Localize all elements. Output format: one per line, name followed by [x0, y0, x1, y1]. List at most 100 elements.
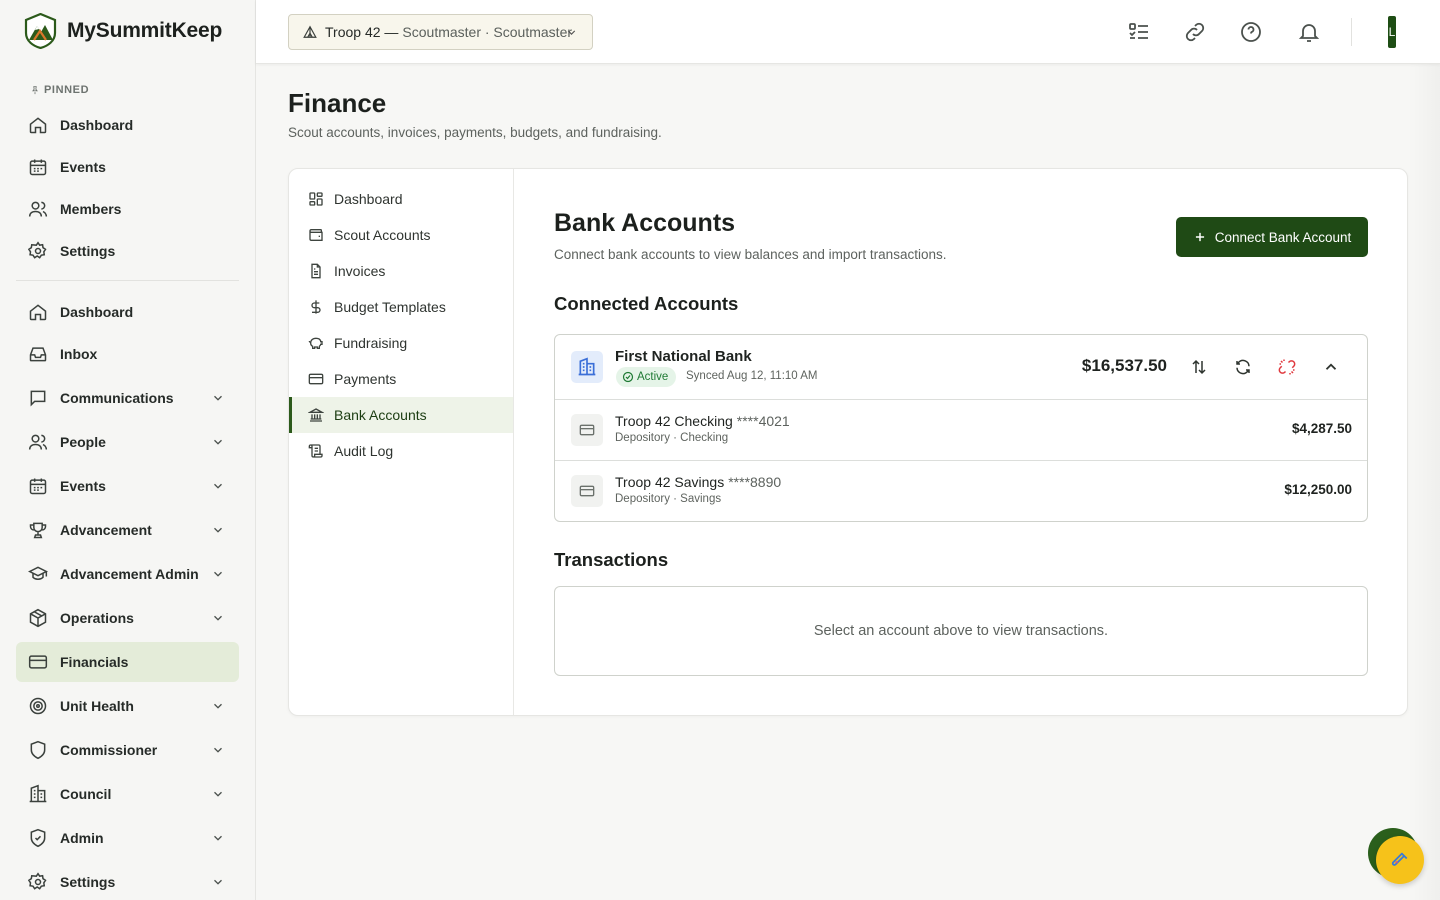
- sidebar-item-people[interactable]: People: [16, 422, 239, 462]
- checklist-icon[interactable]: [1127, 20, 1151, 44]
- box-icon: [29, 608, 47, 628]
- account-row[interactable]: Troop 42 Checking ****4021 Depository · C…: [555, 400, 1367, 461]
- pinned-item-events[interactable]: Events: [16, 147, 239, 187]
- transactions-heading: Transactions: [554, 549, 669, 570]
- app-logo[interactable]: MySummitKeep: [24, 13, 222, 49]
- sidebar-item-unit-health[interactable]: Unit Health: [16, 686, 239, 726]
- app-name: MySummitKeep: [67, 19, 223, 42]
- inbox-icon: [29, 347, 47, 362]
- institution-total: $16,537.50: [1081, 356, 1167, 375]
- subnav-invoices[interactable]: Invoices: [289, 253, 513, 289]
- sidebar-item-operations[interactable]: Operations: [16, 598, 239, 638]
- connect-button-label: Connect Bank Account: [1214, 229, 1352, 245]
- message-icon: [30, 390, 46, 407]
- chevron-down-icon[interactable]: [211, 743, 225, 757]
- user-avatar[interactable]: L: [1388, 16, 1396, 48]
- subnav-bank-accounts[interactable]: Bank Accounts: [289, 397, 513, 433]
- check-circle-icon: [622, 371, 634, 383]
- dollar-icon: [311, 300, 321, 314]
- subnav-scout-accounts[interactable]: Scout Accounts: [289, 217, 513, 253]
- tent-icon: [303, 25, 317, 38]
- building-icon: [578, 357, 596, 376]
- chevron-down-icon[interactable]: [211, 611, 225, 625]
- subnav-label: Fundraising: [334, 335, 408, 351]
- piggy-bank-icon: [308, 337, 323, 349]
- account-row[interactable]: Troop 42 Savings ****8890 Depository · Sa…: [555, 461, 1367, 521]
- refresh-icon[interactable]: [1234, 358, 1252, 376]
- mountain-logo-icon: [24, 13, 57, 49]
- chevron-up-icon[interactable]: [1322, 358, 1340, 376]
- dashboard-icon: [309, 192, 323, 206]
- sidebar-item-communications[interactable]: Communications: [16, 378, 239, 418]
- subnav-budget-templates[interactable]: Budget Templates: [289, 289, 513, 325]
- chevron-down-icon[interactable]: [211, 787, 225, 801]
- bell-icon[interactable]: [1297, 20, 1321, 44]
- sidebar-item-advancement-admin[interactable]: Advancement Admin: [16, 554, 239, 594]
- assistant-fab-button[interactable]: [1376, 836, 1424, 884]
- chevron-down-icon[interactable]: [211, 435, 225, 449]
- sidebar-item-dashboard[interactable]: Dashboard: [16, 292, 239, 332]
- status-badge: Active: [616, 367, 677, 387]
- subnav-label: Budget Templates: [334, 299, 446, 315]
- account-mask: ****8890: [728, 474, 782, 490]
- nav-label: People: [60, 434, 106, 450]
- subnav-audit-log[interactable]: Audit Log: [289, 433, 513, 469]
- subnav-payments[interactable]: Payments: [289, 361, 513, 397]
- sidebar-item-admin[interactable]: Admin: [16, 818, 239, 858]
- shield-check-icon: [30, 828, 46, 848]
- troop-selector[interactable]: Troop 42 — Scoutmaster · Scoutmaster: [288, 14, 593, 50]
- trophy-icon: [29, 522, 47, 539]
- nav-label: Inbox: [60, 346, 98, 362]
- nav-label: Dashboard: [60, 304, 134, 320]
- pinned-item-members[interactable]: Members: [16, 189, 239, 229]
- nav-label: Settings: [60, 243, 116, 259]
- home-icon: [29, 117, 47, 134]
- account-mask: ****4021: [736, 413, 790, 429]
- account-type: Depository · Savings: [615, 493, 722, 505]
- connect-bank-account-button[interactable]: Connect Bank Account: [1176, 217, 1368, 257]
- chevron-down-icon[interactable]: [211, 523, 225, 537]
- sidebar-item-council[interactable]: Council: [16, 774, 239, 814]
- subnav-dashboard[interactable]: Dashboard: [289, 181, 513, 217]
- pinned-section-label: PINNED: [30, 84, 89, 96]
- help-icon[interactable]: [1239, 20, 1263, 44]
- troop-role: Scoutmaster · Scoutmaster: [402, 24, 573, 40]
- pinned-item-settings[interactable]: Settings: [16, 231, 239, 271]
- link-icon[interactable]: [1183, 20, 1207, 44]
- sort-arrows-icon[interactable]: [1190, 358, 1208, 376]
- subnav-label: Payments: [334, 371, 397, 387]
- institution-row[interactable]: First National Bank Active Synced Aug 12…: [555, 335, 1367, 400]
- home-icon: [29, 304, 47, 321]
- nav-label: Events: [60, 159, 106, 175]
- institution-icon: [571, 351, 603, 383]
- account-balance: $4,287.50: [1291, 421, 1352, 436]
- sidebar-item-advancement[interactable]: Advancement: [16, 510, 239, 550]
- subnav-label: Dashboard: [334, 191, 403, 207]
- transactions-empty-state: Select an account above to view transact…: [554, 586, 1368, 676]
- shield-icon: [30, 740, 46, 760]
- nav-label: Council: [60, 786, 112, 802]
- gear-icon: [28, 241, 47, 259]
- sidebar-item-financials[interactable]: Financials: [16, 642, 239, 682]
- chevron-down-icon[interactable]: [211, 479, 225, 493]
- chevron-down-icon[interactable]: [211, 875, 225, 889]
- chevron-down-icon[interactable]: [211, 567, 225, 581]
- sidebar-item-inbox[interactable]: Inbox: [16, 334, 239, 374]
- sidebar-item-events[interactable]: Events: [16, 466, 239, 506]
- account-balance: $12,250.00: [1284, 482, 1352, 497]
- landmark-icon: [308, 408, 324, 422]
- subnav-label: Bank Accounts: [334, 407, 427, 423]
- sidebar-item-commissioner[interactable]: Commissioner: [16, 730, 239, 770]
- chevron-down-icon[interactable]: [211, 391, 225, 405]
- pinned-item-dashboard[interactable]: Dashboard: [16, 105, 239, 145]
- subnav-fundraising[interactable]: Fundraising: [289, 325, 513, 361]
- sidebar-item-settings[interactable]: Settings: [16, 862, 239, 900]
- nav-label: Operations: [60, 610, 134, 626]
- topbar-divider: [1351, 18, 1352, 46]
- unlink-icon[interactable]: [1278, 358, 1296, 376]
- bank-accounts-title: Bank Accounts: [554, 209, 736, 237]
- chevron-down-icon[interactable]: [211, 699, 225, 713]
- nav-label: Advancement: [60, 522, 152, 538]
- wallet-icon: [309, 229, 323, 241]
- chevron-down-icon[interactable]: [211, 831, 225, 845]
